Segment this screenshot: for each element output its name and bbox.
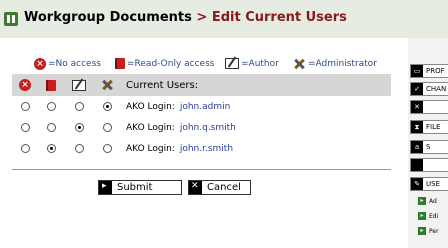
cancel-button[interactable]: Cancel [188, 180, 251, 195]
submit-icon [99, 181, 112, 194]
read-only-icon [115, 58, 125, 69]
check-icon: ✓ [411, 83, 423, 95]
sidebar-item-profile[interactable]: ▭ PROF [410, 64, 448, 78]
sidebar-subitem-label: Per [429, 227, 439, 235]
radio-read-only[interactable] [46, 102, 56, 111]
read-only-icon [46, 79, 56, 91]
legend-administrator-label: =Administrator [308, 59, 377, 69]
no-access-icon: × [34, 58, 46, 70]
submit-button[interactable]: Submit [98, 180, 182, 195]
pen-icon: ✎ [411, 178, 423, 190]
sidebar-subitem-edit[interactable]: ▸ Edi [418, 211, 448, 221]
author-icon [225, 58, 239, 69]
radio-author[interactable] [74, 144, 84, 153]
sidebar-item-label: CHAN [426, 85, 447, 93]
profile-icon: ▭ [411, 65, 423, 77]
sidebar-subitem-label: Ad [429, 197, 437, 205]
legend-administrator: =Administrator [292, 58, 377, 70]
sidebar-item-files[interactable]: ⧗ FILE [410, 120, 448, 134]
cancel-icon [189, 181, 202, 194]
user-link[interactable]: john.r.smith [180, 144, 233, 154]
title-separator: > [191, 10, 212, 25]
login-label: AKO Login: [126, 101, 175, 112]
legend-author-label: =Author [241, 58, 279, 69]
blank-icon [411, 159, 423, 171]
users-table: × Current Users: AKO Login: john.admin A… [12, 74, 391, 159]
sidebar-item-label: USE [426, 180, 440, 188]
current-users-header: Current Users: [126, 79, 199, 91]
radio-author[interactable] [74, 102, 84, 111]
legend-read-only-label: =Read-Only access [127, 58, 215, 69]
green-arrow-icon: ▸ [418, 227, 426, 235]
title-main: Workgroup Documents [24, 10, 192, 25]
table-header: × Current Users: [12, 74, 391, 96]
no-access-icon: × [19, 79, 31, 91]
sidebar-subitem-add[interactable]: ▸ Ad [418, 196, 448, 206]
user-link[interactable]: john.admin [180, 102, 230, 112]
sidebar-item-close[interactable]: ✕ [410, 100, 448, 114]
radio-read-only[interactable] [46, 144, 56, 153]
radio-no-access[interactable] [20, 102, 30, 111]
sidebar-item-blank[interactable] [410, 158, 448, 172]
sidebar-subitem-permissions[interactable]: ▸ Per [418, 226, 448, 236]
divider [12, 169, 391, 170]
green-arrow-icon: ▸ [418, 212, 426, 220]
administrator-icon [100, 79, 114, 91]
user-link[interactable]: john.q.smith [180, 123, 236, 133]
sidebar-item-change[interactable]: ✓ CHAN [410, 82, 448, 96]
administrator-icon [292, 58, 306, 70]
table-row: AKO Login: john.r.smith [12, 138, 391, 159]
green-arrow-icon: ▸ [418, 197, 426, 205]
radio-no-access[interactable] [20, 144, 30, 153]
sidebar-subitem-label: Edi [429, 212, 439, 220]
sidebar-item-label: S [426, 143, 431, 151]
radio-read-only[interactable] [46, 123, 56, 132]
sidebar-item-label: PROF [426, 67, 445, 75]
legend-author: =Author [225, 58, 279, 69]
radio-author[interactable] [74, 123, 84, 132]
table-row: AKO Login: john.admin [12, 96, 391, 117]
close-box-icon: ✕ [411, 101, 423, 113]
login-label: AKO Login: [126, 122, 175, 133]
radio-administrator[interactable] [102, 102, 112, 111]
radio-administrator[interactable] [102, 144, 112, 153]
text-icon: a [411, 141, 423, 153]
workgroup-logo-icon [4, 12, 18, 26]
login-label: AKO Login: [126, 143, 175, 154]
legend-read-only: =Read-Only access [115, 58, 214, 69]
sidebar-item-users[interactable]: ✎ USE [410, 177, 448, 191]
sidebar-item-label: FILE [426, 123, 441, 131]
sidebar-item-text[interactable]: a S [410, 140, 448, 154]
legend-no-access: × =No access [34, 58, 101, 70]
radio-no-access[interactable] [20, 123, 30, 132]
author-icon [72, 79, 86, 91]
hourglass-icon: ⧗ [411, 121, 423, 133]
right-sidebar: ▭ PROF ✓ CHAN ✕ ⧗ FILE a S ✎ USE ▸ Ad ▸ … [408, 38, 448, 248]
radio-administrator[interactable] [102, 123, 112, 132]
submit-label: Submit [117, 182, 153, 193]
title-sub: Edit Current Users [211, 10, 347, 25]
page-header: Workgroup Documents > Edit Current Users [0, 0, 448, 38]
cancel-label: Cancel [207, 182, 241, 193]
page-title: Workgroup Documents > Edit Current Users [24, 10, 347, 25]
legend-no-access-label: =No access [48, 59, 101, 69]
table-row: AKO Login: john.q.smith [12, 117, 391, 138]
